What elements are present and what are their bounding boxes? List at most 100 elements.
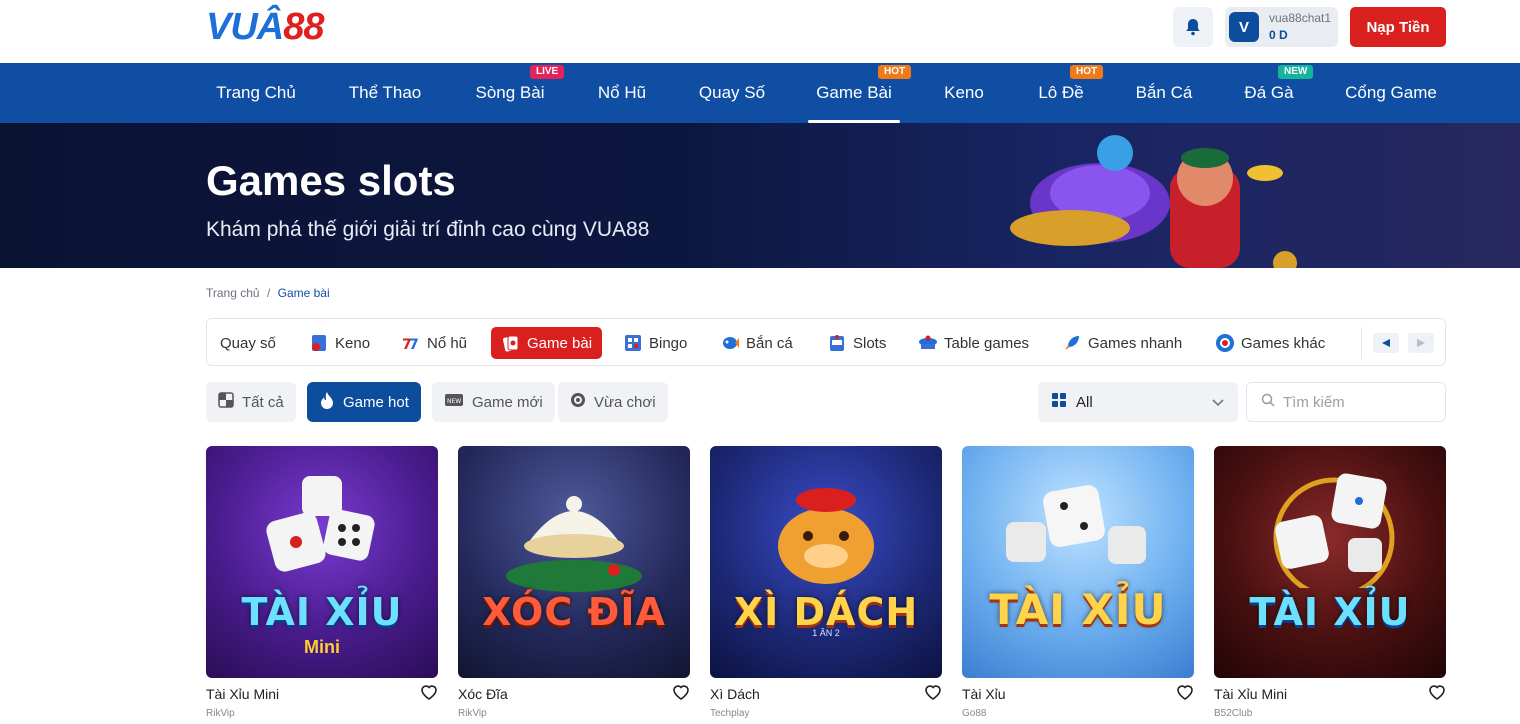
filter-new[interactable]: NEW Game mới bbox=[432, 382, 555, 422]
category-bar: Quay số Keno 77 Nổ hũ Game bài Bingo Bắn… bbox=[206, 318, 1446, 366]
search-box[interactable] bbox=[1246, 382, 1446, 422]
nav-item-card-games[interactable]: Game Bài HOT bbox=[808, 63, 912, 123]
category-quick-games[interactable]: Games nhanh bbox=[1062, 327, 1182, 359]
cards-icon bbox=[501, 333, 521, 353]
nav-item-casino[interactable]: Sòng Bài LIVE bbox=[466, 63, 565, 123]
breadcrumb-current: Game bài bbox=[277, 286, 330, 300]
nav-item-cockfight[interactable]: Đá Gà NEW bbox=[1236, 63, 1314, 123]
nav-item-lode[interactable]: Lô Đề HOT bbox=[1028, 63, 1104, 123]
game-thumbnail[interactable]: TÀI XỈU bbox=[1214, 446, 1446, 678]
provider-select[interactable]: All bbox=[1038, 382, 1238, 422]
breadcrumb-home[interactable]: Trang chủ bbox=[206, 286, 260, 300]
keno-icon bbox=[309, 333, 329, 353]
select-value: All bbox=[1076, 393, 1093, 411]
grid-icon bbox=[218, 392, 234, 412]
game-name: Xóc Đĩa bbox=[458, 686, 508, 702]
filter-all[interactable]: Tất cả bbox=[206, 382, 296, 422]
hot-badge: HOT bbox=[878, 65, 912, 79]
chip-icon bbox=[1215, 333, 1235, 353]
nav-item-keno[interactable]: Keno bbox=[935, 63, 993, 123]
apps-icon bbox=[1052, 393, 1066, 411]
hot-badge: HOT bbox=[1070, 65, 1104, 79]
slot-machine-icon bbox=[827, 333, 847, 353]
account-panel[interactable]: V vua88chat1 0 D bbox=[1225, 7, 1338, 47]
category-jackpot[interactable]: 77 Nổ hũ bbox=[401, 327, 467, 359]
category-lottery[interactable]: Quay số bbox=[220, 327, 276, 359]
rocket-icon bbox=[1062, 333, 1082, 353]
dice-illustration bbox=[266, 476, 375, 572]
nav-item-sports[interactable]: Thể Thao bbox=[340, 63, 430, 123]
top-header: VUÂ 88 V vua88chat1 0 D Nạp Tiền bbox=[0, 0, 1520, 63]
category-slots[interactable]: Slots bbox=[827, 327, 886, 359]
search-input[interactable] bbox=[1283, 393, 1433, 411]
game-thumbnail[interactable]: XÌ DÁCH 1 ĂN 2 bbox=[710, 446, 942, 678]
balance: 0 D bbox=[1269, 28, 1288, 42]
game-card[interactable]: XÓC ĐĨA Xóc Đĩa RikVip bbox=[458, 446, 690, 719]
slot-777-icon: 77 bbox=[401, 333, 421, 353]
nav-item-home[interactable]: Trang Chủ bbox=[206, 63, 306, 123]
flame-icon bbox=[319, 391, 335, 413]
fish-icon bbox=[720, 333, 740, 353]
live-badge: LIVE bbox=[530, 65, 565, 79]
mascot-illustration bbox=[778, 488, 874, 584]
table-icon bbox=[918, 333, 938, 353]
category-scroll-controls bbox=[1361, 327, 1439, 359]
deposit-button[interactable]: Nạp Tiền bbox=[1350, 7, 1446, 47]
new-badge: NEW bbox=[1278, 65, 1314, 79]
filter-recent[interactable]: Vừa chơi bbox=[558, 382, 668, 422]
new-icon: NEW bbox=[444, 393, 464, 411]
game-card[interactable]: TÀI XỈU Mini Tài Xỉu Mini RikVip bbox=[206, 446, 438, 719]
page-title: Games slots bbox=[206, 157, 456, 204]
category-other-games[interactable]: Games khác bbox=[1215, 327, 1325, 359]
svg-text:7: 7 bbox=[409, 337, 419, 352]
game-provider: RikVip bbox=[458, 708, 487, 719]
nav-item-lottery[interactable]: Quay Số bbox=[690, 63, 774, 123]
bingo-icon bbox=[623, 333, 643, 353]
avatar: V bbox=[1229, 12, 1259, 42]
username: vua88chat1 bbox=[1269, 11, 1332, 25]
page-subtitle: Khám phá thế giới giải trí đỉnh cao cùng… bbox=[206, 218, 650, 241]
game-name: Tài Xỉu bbox=[962, 686, 1006, 702]
scroll-left-icon[interactable] bbox=[1372, 333, 1399, 353]
category-fishing[interactable]: Bắn cá bbox=[720, 327, 793, 359]
search-icon bbox=[1261, 393, 1275, 411]
main-nav: Trang Chủ Thể Thao Sòng Bài LIVE Nổ Hũ Qu… bbox=[0, 63, 1520, 123]
game-name: Tài Xỉu Mini bbox=[206, 686, 280, 702]
category-card-games[interactable]: Game bài bbox=[491, 327, 603, 359]
dice-illustration bbox=[1273, 473, 1395, 588]
game-thumbnail[interactable]: XÓC ĐĨA bbox=[458, 446, 690, 678]
svg-text:NEW: NEW bbox=[447, 398, 461, 405]
category-table-games[interactable]: Table games bbox=[918, 327, 1029, 359]
clock-icon bbox=[570, 392, 586, 412]
scroll-right-icon[interactable] bbox=[1408, 333, 1435, 353]
game-thumbnail[interactable]: TÀI XỈU Mini bbox=[206, 446, 438, 678]
heart-icon[interactable] bbox=[672, 684, 690, 705]
game-name: Xì Dách bbox=[710, 686, 760, 702]
chevron-down-icon bbox=[1212, 395, 1224, 412]
heart-icon[interactable] bbox=[1176, 684, 1194, 705]
nav-item-fishing[interactable]: Bắn Cá bbox=[1128, 63, 1200, 123]
nav-item-game-portal[interactable]: Cổng Game bbox=[1336, 63, 1446, 123]
game-provider: Go88 bbox=[962, 708, 987, 719]
game-card[interactable]: TÀI XỈU Tài Xỉu Go88 bbox=[962, 446, 1194, 719]
notification-bell-icon[interactable] bbox=[1173, 7, 1213, 47]
game-card[interactable]: XÌ DÁCH 1 ĂN 2 Xì Dách Techplay bbox=[710, 446, 942, 719]
site-logo[interactable]: VUÂ 88 bbox=[206, 6, 325, 48]
game-provider: RikVip bbox=[206, 708, 235, 719]
game-provider: Techplay bbox=[710, 708, 750, 719]
bowl-illustration bbox=[506, 496, 642, 592]
game-thumbnail[interactable]: TÀI XỈU bbox=[962, 446, 1194, 678]
game-card[interactable]: TÀI XỈU Tài Xỉu Mini B52Club bbox=[1214, 446, 1446, 719]
game-name: Tài Xỉu Mini bbox=[1214, 686, 1288, 702]
category-keno[interactable]: Keno bbox=[309, 327, 370, 359]
nav-item-jackpot[interactable]: Nổ Hũ bbox=[588, 63, 656, 123]
game-provider: B52Club bbox=[1214, 708, 1253, 719]
heart-icon[interactable] bbox=[420, 684, 438, 705]
breadcrumb: Trang chủ / Game bài bbox=[206, 286, 330, 300]
hero-banner: Games slots Khám phá thế giới giải trí đ… bbox=[0, 123, 1520, 268]
filter-hot[interactable]: Game hot bbox=[307, 382, 421, 422]
banner-characters-illustration bbox=[1010, 135, 1297, 268]
heart-icon[interactable] bbox=[1428, 684, 1446, 705]
heart-icon[interactable] bbox=[924, 684, 942, 705]
category-bingo[interactable]: Bingo bbox=[623, 327, 687, 359]
